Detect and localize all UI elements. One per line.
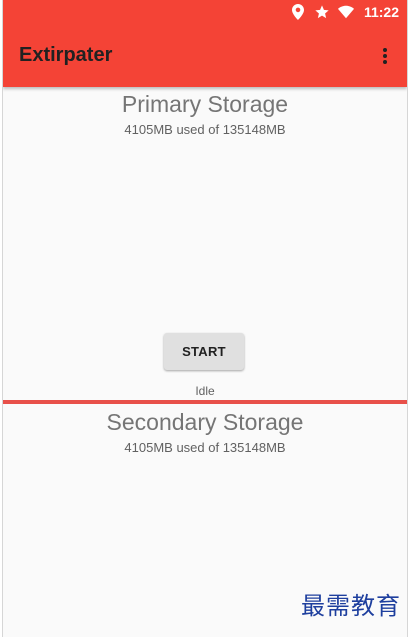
location-icon xyxy=(290,4,306,20)
clock: 11:22 xyxy=(363,4,399,20)
status-text: Idle xyxy=(195,384,215,398)
wifi-icon xyxy=(337,4,354,20)
star-icon xyxy=(314,4,330,20)
secondary-storage-usage: 4105MB used of 135148MB xyxy=(124,440,286,455)
app-window: 11:22 Extirpater Primary Storage 4105MB … xyxy=(2,0,408,637)
storage-divider xyxy=(3,400,407,404)
app-title: Extirpater xyxy=(19,44,113,66)
watermark-text: 最需教育 xyxy=(301,592,401,620)
start-button[interactable]: START xyxy=(164,333,244,370)
app-bar: 11:22 Extirpater xyxy=(3,0,407,87)
more-vert-icon[interactable] xyxy=(373,36,397,76)
primary-storage-usage: 4105MB used of 135148MB xyxy=(124,122,286,137)
status-bar: 11:22 xyxy=(3,0,407,24)
secondary-storage-title: Secondary Storage xyxy=(106,409,304,435)
primary-storage-title: Primary Storage xyxy=(121,91,289,117)
toolbar: Extirpater xyxy=(3,24,407,87)
